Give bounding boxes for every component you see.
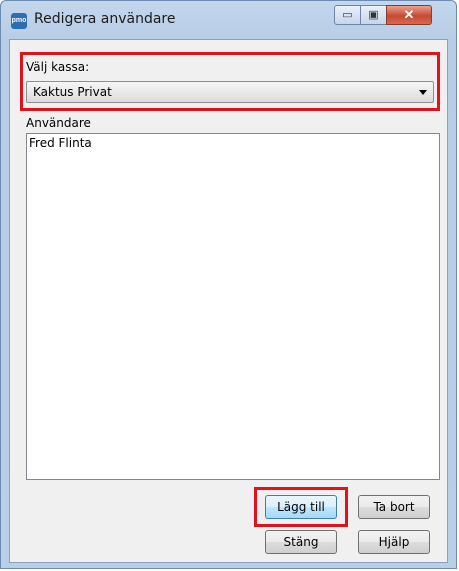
dialog-content: Välj kassa: Kaktus Privat Användare Fred… [9,39,448,563]
close-button[interactable]: Stäng [265,530,337,554]
help-button[interactable]: Hjälp [358,530,430,554]
window-title: Redigera användare [34,11,176,27]
remove-user-button[interactable]: Ta bort [358,495,430,519]
chevron-down-icon [419,90,427,95]
users-label: Användare [26,116,91,130]
app-icon: pmo [11,13,27,29]
title-bar[interactable]: pmo Redigera användare ▭ ▣ ✕ [1,1,456,39]
dialog-window: pmo Redigera användare ▭ ▣ ✕ Välj kassa:… [0,0,457,569]
close-window-button[interactable]: ✕ [386,5,432,25]
add-user-button[interactable]: Lägg till [265,495,337,519]
kassa-label: Välj kassa: [26,60,90,74]
kassa-selected-value: Kaktus Privat [33,85,112,99]
users-listbox[interactable]: Fred Flinta [26,133,440,480]
minimize-button[interactable]: ▭ [334,5,361,25]
maximize-button[interactable]: ▣ [360,5,387,25]
kassa-select[interactable]: Kaktus Privat [26,81,434,103]
list-item[interactable]: Fred Flinta [29,136,92,150]
